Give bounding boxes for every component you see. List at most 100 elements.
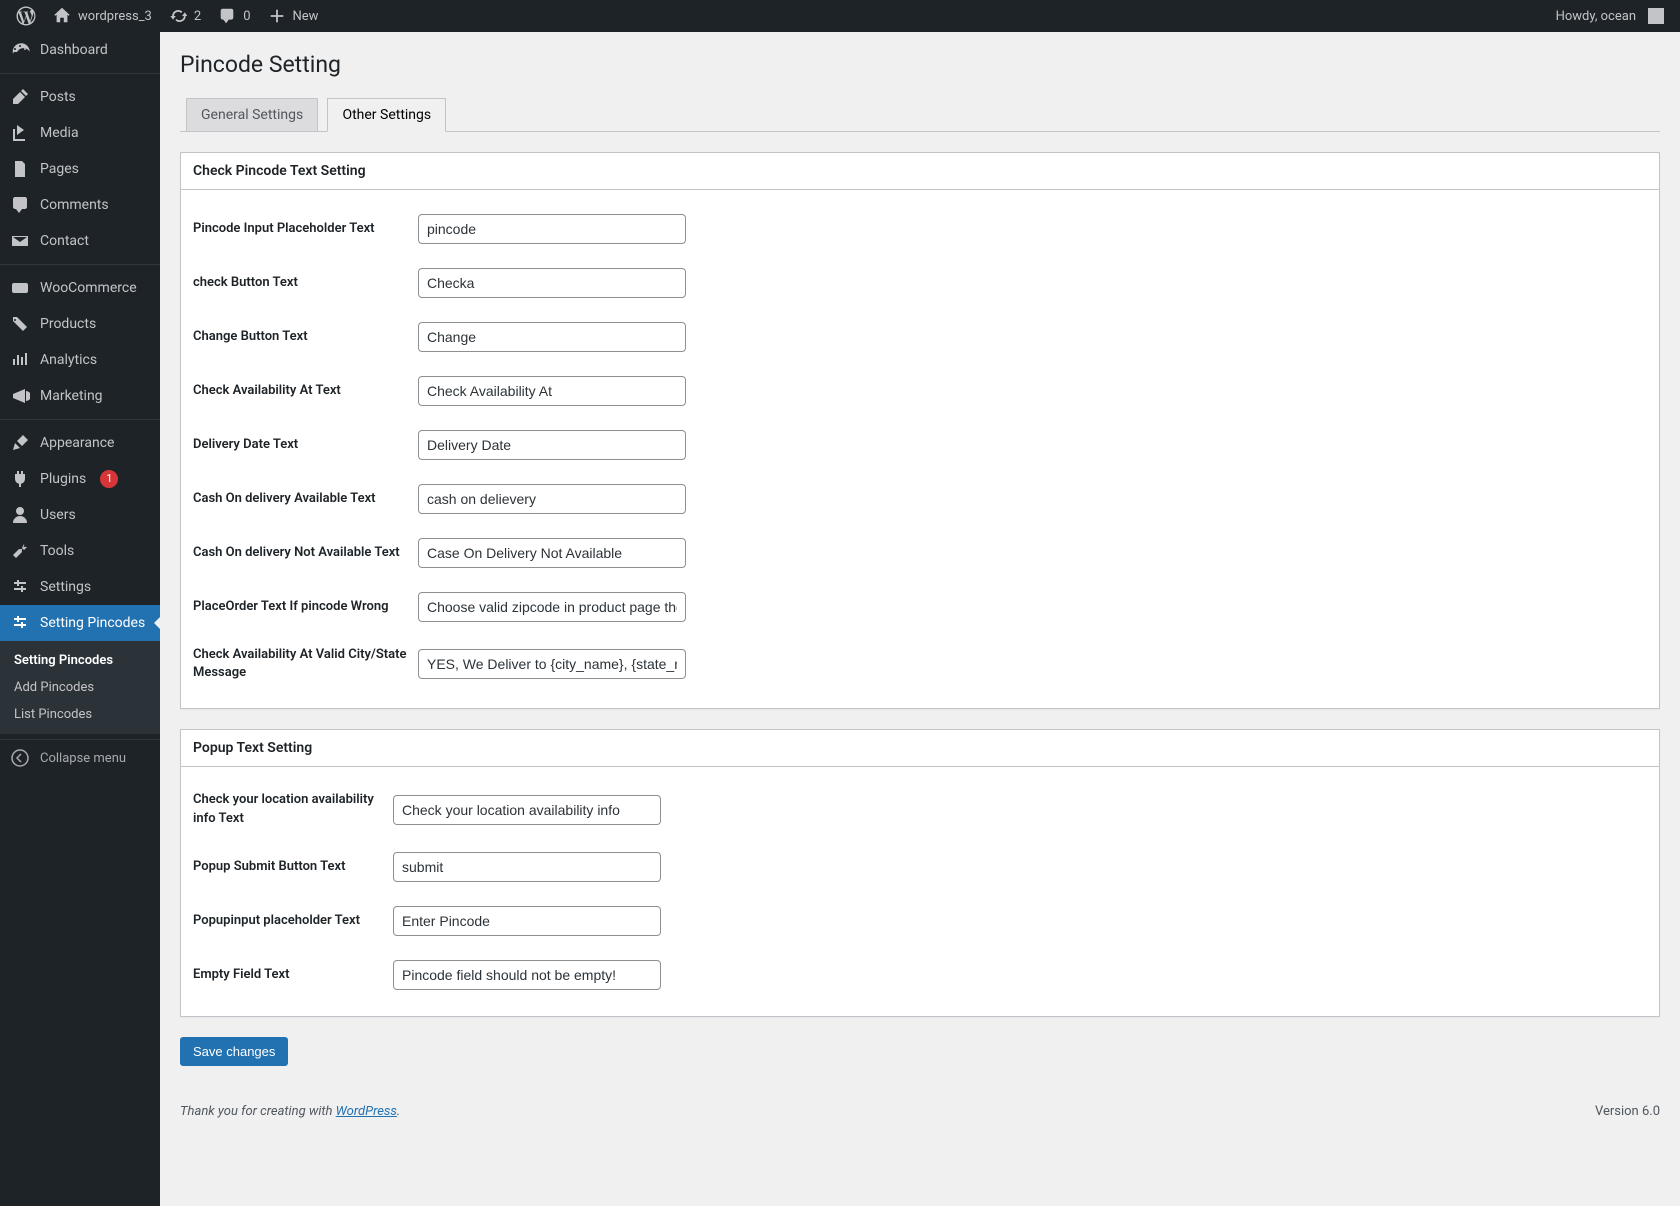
tab-general-settings[interactable]: General Settings	[186, 98, 318, 131]
menu-label: Tools	[40, 543, 74, 559]
admin-sidebar: Dashboard Posts Media Pages Comments Con…	[0, 32, 160, 1206]
menu-label: Users	[40, 507, 76, 523]
wordpress-link[interactable]: WordPress	[336, 1104, 397, 1119]
users-icon	[10, 505, 30, 525]
input-check-availability-at[interactable]	[418, 376, 686, 406]
dashboard-icon	[10, 40, 30, 60]
footer-thankyou: Thank you for creating with WordPress.	[180, 1104, 400, 1119]
menu-label: Products	[40, 316, 96, 332]
menu-appearance[interactable]: Appearance	[0, 425, 160, 461]
save-button[interactable]: Save changes	[180, 1037, 288, 1066]
menu-settings[interactable]: Settings	[0, 569, 160, 605]
adminbar-left: wordpress_3 2 0 New	[8, 0, 326, 32]
menu-label: Dashboard	[40, 42, 108, 58]
menu-plugins[interactable]: Plugins 1	[0, 461, 160, 497]
tab-other-settings[interactable]: Other Settings	[327, 98, 446, 132]
tools-icon	[10, 541, 30, 561]
label: Popup Submit Button Text	[193, 858, 393, 876]
account-item[interactable]: Howdy, ocean	[1548, 0, 1672, 32]
input-change-button[interactable]	[418, 322, 686, 352]
submenu-setting-pincodes[interactable]: Setting Pincodes	[0, 647, 160, 674]
marketing-icon	[10, 386, 30, 406]
input-check-location-info[interactable]	[393, 795, 661, 825]
label: PlaceOrder Text If pincode Wrong	[193, 598, 418, 616]
menu-comments[interactable]: Comments	[0, 187, 160, 223]
menu-label: Plugins	[40, 471, 86, 487]
label: Pincode Input Placeholder Text	[193, 220, 418, 238]
home-icon	[52, 6, 72, 26]
updates-item[interactable]: 2	[160, 0, 209, 32]
footer: Thank you for creating with WordPress. V…	[180, 1086, 1660, 1135]
new-label: New	[293, 9, 319, 24]
label: Cash On delivery Not Available Text	[193, 544, 418, 562]
comments-item[interactable]: 0	[209, 0, 258, 32]
section-check-pincode-text: Check Pincode Text Setting Pincode Input…	[180, 152, 1660, 709]
menu-pages[interactable]: Pages	[0, 151, 160, 187]
menu-tools[interactable]: Tools	[0, 533, 160, 569]
input-placeorder-wrong[interactable]	[418, 592, 686, 622]
menu-analytics[interactable]: Analytics	[0, 342, 160, 378]
thankyou-prefix: Thank you for creating with	[180, 1104, 336, 1119]
menu-marketing[interactable]: Marketing	[0, 378, 160, 414]
collapse-icon	[10, 748, 30, 768]
menu-setting-pincodes[interactable]: Setting Pincodes	[0, 605, 160, 641]
row-check-availability-at: Check Availability At Text	[193, 364, 1647, 418]
input-delivery-date[interactable]	[418, 430, 686, 460]
section-title: Popup Text Setting	[181, 730, 1659, 767]
appearance-icon	[10, 433, 30, 453]
input-cod-available[interactable]	[418, 484, 686, 514]
update-icon	[168, 6, 188, 26]
menu-dashboard[interactable]: Dashboard	[0, 32, 160, 68]
menu-label: Settings	[40, 579, 91, 595]
comment-icon	[217, 6, 237, 26]
products-icon	[10, 314, 30, 334]
row-cod-not-available: Cash On delivery Not Available Text	[193, 526, 1647, 580]
label: Check your location availability info Te…	[193, 791, 393, 827]
label: check Button Text	[193, 274, 418, 292]
input-pincode-placeholder[interactable]	[418, 214, 686, 244]
menu-users[interactable]: Users	[0, 497, 160, 533]
menu-posts[interactable]: Posts	[0, 79, 160, 115]
greeting-text: Howdy, ocean	[1556, 9, 1636, 24]
media-icon	[10, 123, 30, 143]
input-check-button[interactable]	[418, 268, 686, 298]
row-change-button: Change Button Text	[193, 310, 1647, 364]
input-popup-input-placeholder[interactable]	[393, 906, 661, 936]
contact-icon	[10, 231, 30, 251]
menu-contact[interactable]: Contact	[0, 223, 160, 259]
collapse-label: Collapse menu	[40, 751, 126, 766]
input-empty-field[interactable]	[393, 960, 661, 990]
thankyou-suffix: .	[397, 1104, 400, 1119]
label: Delivery Date Text	[193, 436, 418, 454]
updates-count: 2	[194, 9, 201, 24]
section-title: Check Pincode Text Setting	[181, 153, 1659, 190]
row-delivery-date: Delivery Date Text	[193, 418, 1647, 472]
site-name-item[interactable]: wordpress_3	[44, 0, 160, 32]
avatar	[1648, 8, 1664, 24]
analytics-icon	[10, 350, 30, 370]
menu-label: Setting Pincodes	[40, 615, 145, 631]
row-check-location-info: Check your location availability info Te…	[193, 779, 1647, 839]
row-popup-submit: Popup Submit Button Text	[193, 840, 1647, 894]
row-empty-field: Empty Field Text	[193, 948, 1647, 1002]
menu-woocommerce[interactable]: WooCommerce	[0, 270, 160, 306]
settings-icon	[10, 577, 30, 597]
input-valid-city-state[interactable]	[418, 649, 686, 679]
pincodes-icon	[10, 613, 30, 633]
submenu-list-pincodes[interactable]: List Pincodes	[0, 701, 160, 728]
new-item[interactable]: New	[259, 0, 327, 32]
input-popup-submit[interactable]	[393, 852, 661, 882]
menu-media[interactable]: Media	[0, 115, 160, 151]
submenu-setting-pincodes: Setting Pincodes Add Pincodes List Pinco…	[0, 641, 160, 734]
wp-logo-item[interactable]	[8, 0, 44, 32]
menu-label: Contact	[40, 233, 89, 249]
wordpress-logo-icon	[16, 6, 36, 26]
input-cod-not-available[interactable]	[418, 538, 686, 568]
menu-label: Media	[40, 125, 79, 141]
submenu-add-pincodes[interactable]: Add Pincodes	[0, 674, 160, 701]
label: Change Button Text	[193, 328, 418, 346]
section-popup-text: Popup Text Setting Check your location a…	[180, 729, 1660, 1016]
plugins-icon	[10, 469, 30, 489]
collapse-menu[interactable]: Collapse menu	[0, 739, 160, 776]
menu-products[interactable]: Products	[0, 306, 160, 342]
